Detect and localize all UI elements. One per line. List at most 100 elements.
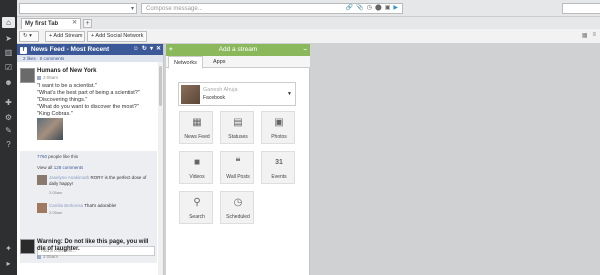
refresh-button[interactable]: ↻ ▾ xyxy=(19,31,39,42)
menu-icon[interactable]: ≡ xyxy=(592,32,596,39)
stream-type-label: Scheduled xyxy=(226,214,250,220)
stream-header-icons: ☺ ↻ ▾ ✕ xyxy=(133,44,161,55)
post-time: 2:05am xyxy=(37,254,58,259)
profile-picker[interactable]: ▾ xyxy=(19,3,137,14)
empty-stream-area xyxy=(311,44,600,275)
compose-tools: 🔗 📎 ◷ ⬤ ▣ ▶ xyxy=(346,4,398,13)
chevron-down-icon[interactable]: ▾ xyxy=(150,44,153,55)
analytics-icon[interactable]: ▥ xyxy=(3,47,14,58)
stream-type-wall-posts[interactable]: ❝ Wall Posts xyxy=(220,151,254,184)
help-icon[interactable]: ? xyxy=(3,139,14,150)
view-all-link[interactable]: 128 comments xyxy=(54,165,84,170)
feed-post: Warning: Do not like this page, you will… xyxy=(20,239,157,275)
likes-suffix: people like this xyxy=(47,154,79,159)
wallposts-icon: ❝ xyxy=(235,157,241,168)
newsfeed-icon: ▦ xyxy=(192,117,202,128)
stream-type-label: Wall Posts xyxy=(226,174,250,180)
likes-line: 7760 people like this xyxy=(37,154,78,159)
add-stream-tabs: Networks Apps xyxy=(166,56,310,69)
send-icon[interactable]: ➤ xyxy=(3,33,14,44)
stream-type-news-feed[interactable]: ▦ News Feed xyxy=(179,111,213,144)
send-arrow-icon[interactable]: ▶ xyxy=(393,4,398,13)
avatar xyxy=(181,85,200,104)
user-icon[interactable]: ☺ xyxy=(133,44,139,55)
refresh-icon: ↻ ▾ xyxy=(23,33,32,39)
post-time-text: 2:05am xyxy=(43,254,59,259)
comment-time: 2:05am xyxy=(49,190,63,195)
account-selector[interactable]: Ganesh Ahuja Facebook ▼ xyxy=(178,82,296,106)
comment-author[interactable]: Jaselyne Anakirnath xyxy=(49,175,89,180)
assignments-icon[interactable]: ☑ xyxy=(3,62,14,73)
likes-count[interactable]: 7760 xyxy=(37,154,47,159)
post-time-text: 2:05am xyxy=(43,75,59,80)
close-icon[interactable]: ✕ xyxy=(156,44,161,55)
comment-avatar[interactable] xyxy=(37,175,47,185)
compose-bar: ▾ Compose message... 🔗 📎 ◷ ⬤ ▣ ▶ xyxy=(17,0,600,17)
location-icon[interactable]: ⬤ xyxy=(375,4,382,13)
stream-type-search[interactable]: ⚲ Search xyxy=(179,191,213,224)
photos-icon: ▣ xyxy=(274,117,284,128)
add-social-network-button[interactable]: + Add Social Network xyxy=(87,31,147,42)
facebook-icon: f xyxy=(20,47,27,54)
news-feed-stream: f News Feed - Most Recent ☺ ↻ ▾ ✕ 2 like… xyxy=(17,44,164,275)
search-box[interactable] xyxy=(562,3,600,14)
stream-type-label: Events xyxy=(271,174,287,180)
post-time: 2:05am xyxy=(37,75,58,80)
stream-type-label: Videos xyxy=(189,174,205,180)
left-nav-rail: ⌂ ➤ ▥ ☑ ☻ ✚ ⚙ ✎ ? ✦ ▸ xyxy=(0,0,17,275)
add-tab-button[interactable]: + xyxy=(83,19,92,28)
post-photo[interactable] xyxy=(37,118,63,140)
compose-input[interactable]: Compose message... 🔗 📎 ◷ ⬤ ▣ ▶ xyxy=(141,3,403,14)
tab-apps[interactable]: Apps xyxy=(208,56,231,68)
post-author[interactable]: Warning: Do not like this page, you will… xyxy=(37,239,155,253)
tab-my-first-tab[interactable]: My first Tab ✕ xyxy=(21,18,81,29)
add-stream-header: + Add a stream – xyxy=(166,44,310,56)
stream-type-videos[interactable]: ■ Videos xyxy=(179,151,213,184)
link-icon[interactable]: 🔗 xyxy=(346,4,353,13)
add-stream-button[interactable]: + Add Stream xyxy=(45,31,85,42)
scheduled-icon: ◷ xyxy=(233,197,243,208)
stream-type-scheduled[interactable]: ◷ Scheduled xyxy=(220,191,254,224)
toolbar-right-icons: ▦ ≡ xyxy=(582,32,596,39)
apps-icon[interactable]: ✚ xyxy=(3,97,14,108)
stream-scroll-thumb[interactable] xyxy=(159,66,162,106)
plus-icon: + xyxy=(169,46,173,53)
home-icon[interactable]: ⌂ xyxy=(2,17,15,28)
minimize-icon[interactable]: – xyxy=(303,44,307,56)
stream-type-label: News Feed xyxy=(184,134,210,140)
comment-author[interactable]: Camila Berkovsa xyxy=(49,203,83,208)
tools-icon[interactable]: ✎ xyxy=(3,125,14,136)
comment-avatar[interactable] xyxy=(37,203,47,213)
add-stream-title: Add a stream xyxy=(218,46,258,53)
settings-icon[interactable]: ⚙ xyxy=(3,112,14,123)
add-stream-panel: + Add a stream – Networks Apps Ganesh Ah… xyxy=(166,44,310,275)
stream-type-photos[interactable]: ▣ Photos xyxy=(261,111,295,144)
tab-bar: My first Tab ✕ + xyxy=(17,17,600,29)
feed-post: Humans of New York 2:05am "I want to be … xyxy=(20,68,157,152)
close-icon[interactable]: ✕ xyxy=(72,20,77,27)
stream-type-label: Statuses xyxy=(228,134,248,140)
contacts-icon[interactable]: ☻ xyxy=(3,77,14,88)
schedule-icon[interactable]: ◷ xyxy=(367,4,372,13)
comment-body: That's adorable! xyxy=(84,203,117,208)
search-icon: ⚲ xyxy=(193,197,201,208)
stream-type-events[interactable]: 31 Events xyxy=(261,151,295,184)
post-author[interactable]: Humans of New York xyxy=(37,68,96,74)
account-type: Facebook xyxy=(203,95,225,101)
tab-networks[interactable]: Networks xyxy=(168,56,203,69)
post-body: "I want to be a scientist." "What's the … xyxy=(37,83,140,117)
lock-icon[interactable]: ▣ xyxy=(385,4,391,13)
avatar[interactable] xyxy=(20,68,35,83)
statuses-icon: ▤ xyxy=(233,117,243,128)
stream-type-statuses[interactable]: ▤ Statuses xyxy=(220,111,254,144)
grid-icon[interactable]: ▦ xyxy=(582,32,588,39)
avatar[interactable] xyxy=(20,239,35,254)
refresh-icon[interactable]: ↻ xyxy=(142,44,147,55)
collapse-icon[interactable]: ▸ xyxy=(3,258,14,269)
facebook-small-icon xyxy=(37,75,41,80)
owl-icon[interactable]: ✦ xyxy=(3,243,14,254)
comment-text: Jaselyne Anakirnath RORY is the perfect … xyxy=(49,175,149,187)
chevron-down-icon: ▼ xyxy=(287,91,292,97)
attach-icon[interactable]: 📎 xyxy=(356,4,363,13)
comment: Camila Berkovsa That's adorable! 2:05am xyxy=(37,203,155,221)
